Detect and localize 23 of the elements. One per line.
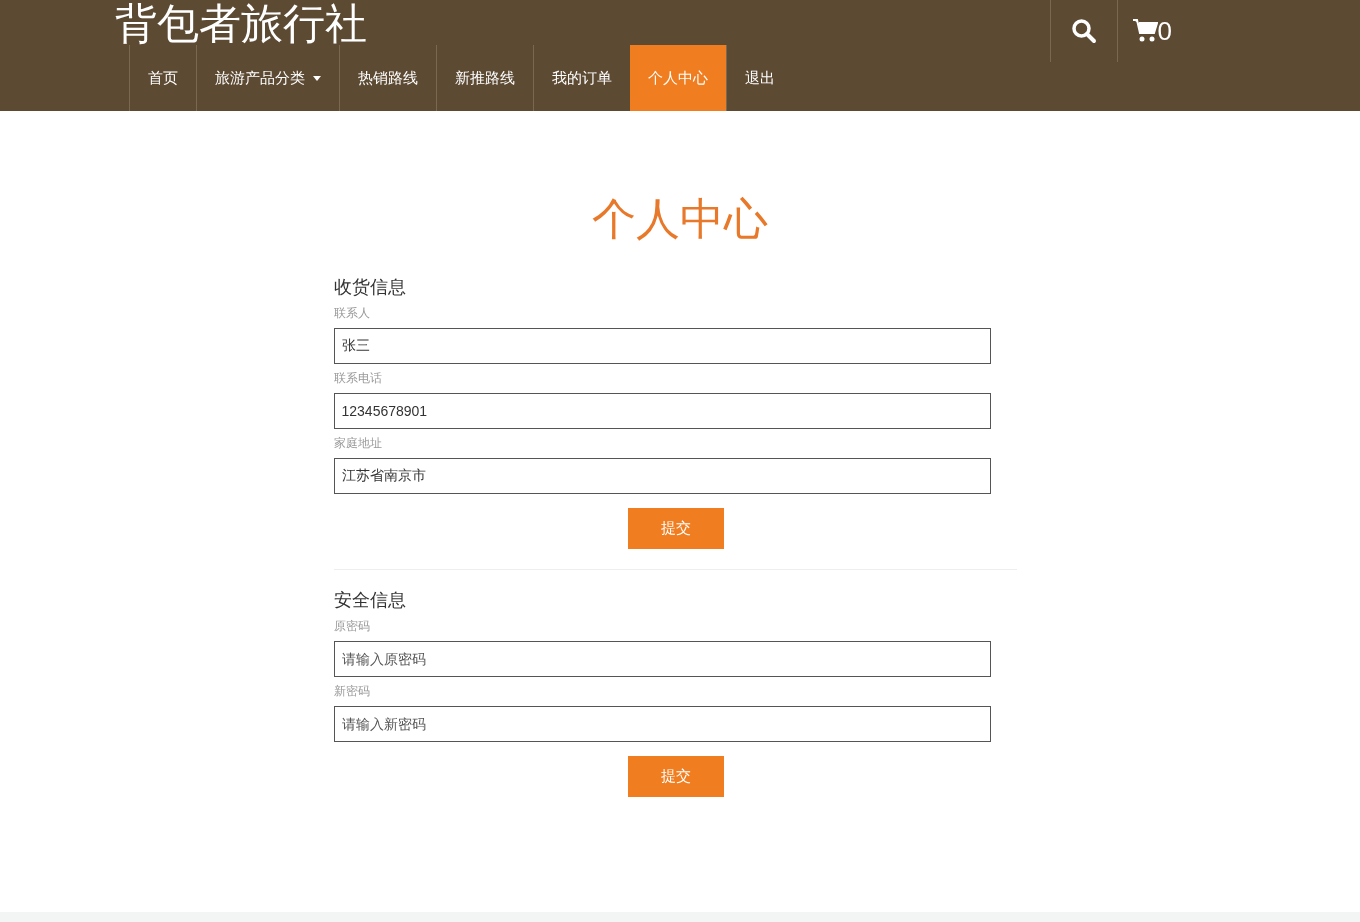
section-title: 安全信息 — [333, 589, 407, 612]
search-icon — [1070, 18, 1097, 44]
nav-item[interactable]: 首页 — [129, 45, 196, 111]
search-button[interactable] — [1049, 0, 1118, 62]
field-label: 联系电话 — [333, 370, 382, 386]
input-field[interactable]: 12345678901 — [333, 393, 991, 429]
nav-item[interactable]: 新推路线 — [436, 45, 533, 111]
input-field[interactable]: 请输入原密码 — [333, 641, 991, 677]
cart-icon — [1131, 18, 1158, 44]
input-field[interactable]: 张三 — [333, 328, 991, 364]
field-label: 原密码 — [333, 618, 370, 634]
nav-item[interactable]: 旅游产品分类 — [196, 45, 339, 111]
input-field[interactable]: 江苏省南京市 — [333, 458, 991, 494]
input-field[interactable]: 请输入新密码 — [333, 706, 991, 742]
field-label: 新密码 — [333, 683, 370, 699]
cart-button[interactable]: 0 — [1117, 0, 1172, 62]
site-logo[interactable]: 背包者旅行社 — [115, 0, 367, 45]
page-title: 个人中心 — [592, 193, 768, 245]
nav-item[interactable]: 热销路线 — [339, 45, 436, 111]
nav-item[interactable]: 退出 — [726, 45, 793, 111]
field-label: 家庭地址 — [333, 435, 382, 451]
field-label: 联系人 — [333, 305, 370, 321]
section-title: 收货信息 — [333, 276, 407, 299]
